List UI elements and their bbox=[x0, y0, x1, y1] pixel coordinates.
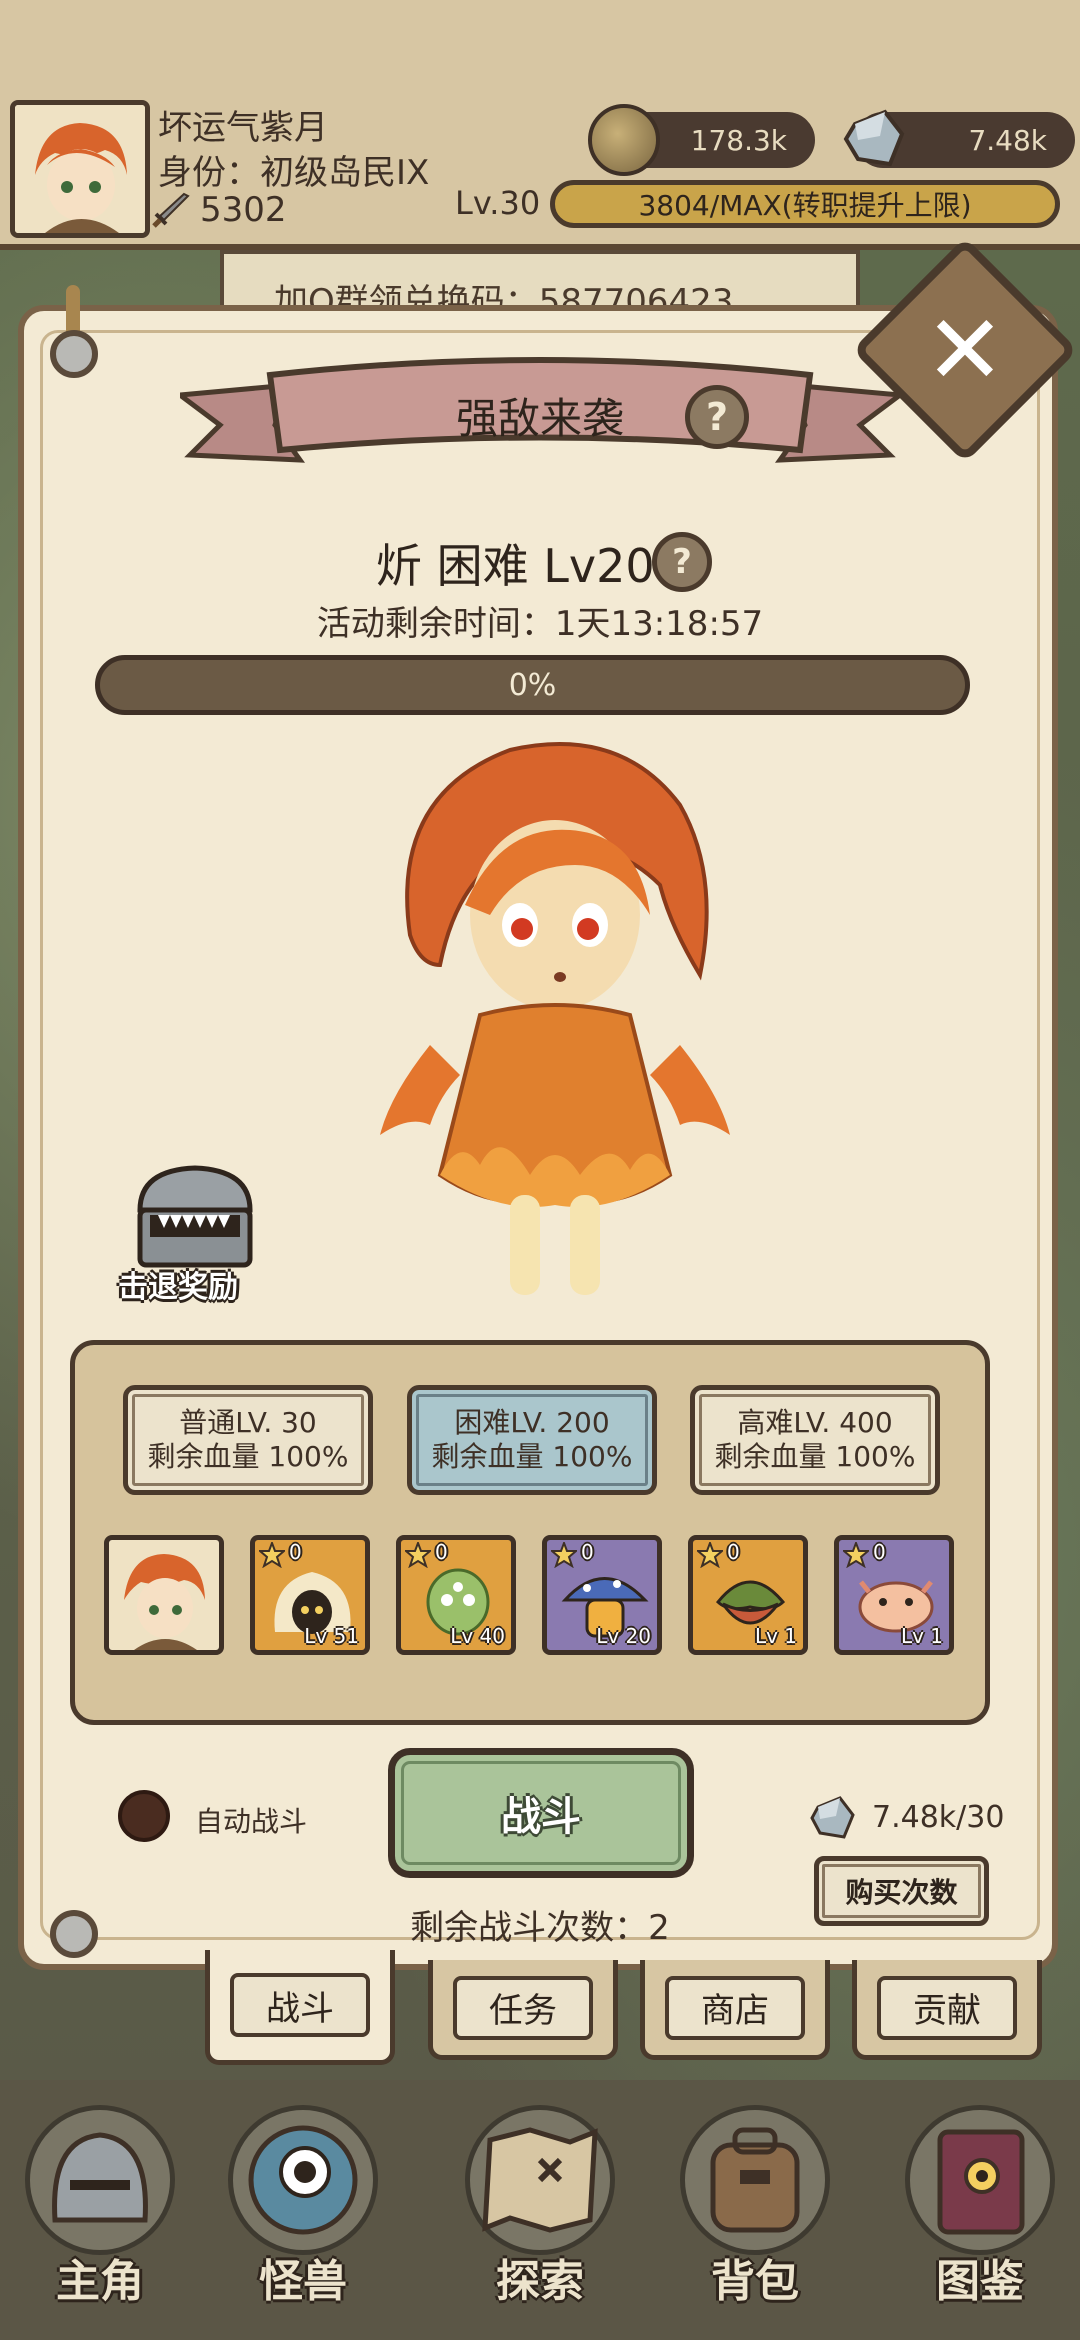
nav-codex[interactable]: 图鉴 bbox=[895, 2105, 1065, 2315]
team-member[interactable]: 0 Lv 20 bbox=[542, 1535, 662, 1655]
nav-label: 主角 bbox=[56, 2256, 144, 2307]
member-level: Lv 51 bbox=[304, 1624, 359, 1648]
event-countdown: 活动剩余时间：1天13:18:57 bbox=[316, 604, 764, 644]
nav-label: 探索 bbox=[496, 2256, 584, 2307]
help-icon[interactable]: ? bbox=[685, 385, 749, 449]
nav-explore[interactable]: 探索 bbox=[455, 2105, 625, 2315]
remaining-fights: 剩余战斗次数：2 bbox=[410, 1908, 670, 1948]
power-value: 5302 bbox=[200, 190, 287, 230]
difficulty-expert-button[interactable]: 高难LV. 400 剩余血量 100% bbox=[690, 1385, 940, 1495]
treasure-chest-icon[interactable] bbox=[130, 1160, 260, 1270]
event-title: 强敌来袭 bbox=[455, 394, 624, 443]
tab-quest[interactable]: 任务 bbox=[428, 1960, 618, 2060]
nav-monster[interactable]: 怪兽 bbox=[218, 2105, 388, 2315]
tab-battle[interactable]: 战斗 bbox=[205, 1950, 395, 2065]
tab-label: 任务 bbox=[453, 1975, 593, 2040]
coin-icon bbox=[588, 104, 660, 176]
fight-button[interactable]: 战斗 bbox=[388, 1748, 694, 1878]
coin-value: 178.3k bbox=[690, 123, 787, 157]
member-level: Lv 40 bbox=[450, 1624, 505, 1648]
team-member[interactable]: 0 Lv 40 bbox=[396, 1535, 516, 1655]
auto-battle-toggle[interactable] bbox=[118, 1790, 170, 1842]
member-stars: 0 bbox=[727, 1540, 740, 1564]
team-member[interactable]: 0 Lv 1 bbox=[688, 1535, 808, 1655]
member-stars: 0 bbox=[873, 1540, 886, 1564]
difficulty-hp: 剩余血量 100% bbox=[147, 1440, 349, 1473]
member-stars: 0 bbox=[581, 1540, 594, 1564]
tab-label: 贡献 bbox=[877, 1975, 1017, 2040]
gem-value: 7.48k bbox=[968, 123, 1047, 157]
auto-battle-label[interactable]: 自动战斗 bbox=[195, 1800, 307, 1840]
boss-help-icon[interactable]: ? bbox=[652, 532, 712, 592]
difficulty-hp: 剩余血量 100% bbox=[714, 1440, 916, 1473]
difficulty-level: 高难LV. 400 bbox=[737, 1406, 893, 1439]
difficulty-hard-button[interactable]: 困难LV. 200 剩余血量 100% bbox=[407, 1385, 657, 1495]
tab-label: 商店 bbox=[665, 1975, 805, 2040]
team-member[interactable]: 0 Lv 1 bbox=[834, 1535, 954, 1655]
xp-bar: 3804/MAX(转职提升上限) bbox=[550, 180, 1060, 228]
repel-reward-label[interactable]: 击退奖励 bbox=[118, 1262, 238, 1306]
member-level: Lv 1 bbox=[900, 1624, 943, 1648]
boss-hp-text: 0% bbox=[508, 667, 557, 703]
boss-hp-bar: 0% bbox=[95, 655, 970, 715]
backpack-icon bbox=[680, 2105, 830, 2255]
player-level: Lv.30 bbox=[455, 184, 541, 222]
pin-decoration bbox=[50, 330, 98, 378]
nav-label: 背包 bbox=[711, 2256, 799, 2307]
fight-button-label: 战斗 bbox=[501, 1794, 581, 1840]
xp-text: 3804/MAX(转职提升上限) bbox=[638, 189, 972, 222]
tab-shop[interactable]: 商店 bbox=[640, 1960, 830, 2060]
tab-contribution[interactable]: 贡献 bbox=[852, 1960, 1042, 2060]
member-stars: 0 bbox=[435, 1540, 448, 1564]
nav-label: 图鉴 bbox=[936, 2256, 1024, 2307]
gem-icon bbox=[843, 109, 905, 167]
difficulty-normal-button[interactable]: 普通LV. 30 剩余血量 100% bbox=[123, 1385, 373, 1495]
member-level: Lv 20 bbox=[596, 1624, 651, 1648]
difficulty-hp: 剩余血量 100% bbox=[431, 1440, 633, 1473]
nav-label: 怪兽 bbox=[259, 2256, 347, 2307]
player-rank: 身份：初级岛民IX bbox=[158, 153, 430, 193]
member-level: Lv 1 bbox=[754, 1624, 797, 1648]
player-name: 坏运气紫月 bbox=[158, 108, 328, 148]
boss-title: 炘 困难 Lv200 bbox=[376, 539, 684, 593]
map-icon bbox=[465, 2105, 615, 2255]
helmet-icon bbox=[25, 2105, 175, 2255]
nav-bag[interactable]: 背包 bbox=[670, 2105, 840, 2315]
monster-eye-icon bbox=[228, 2105, 378, 2255]
ticket-count: 7.48k/30 bbox=[872, 1800, 1005, 1835]
gem-icon bbox=[810, 1796, 855, 1839]
nav-hero[interactable]: 主角 bbox=[15, 2105, 185, 2315]
book-icon bbox=[905, 2105, 1055, 2255]
difficulty-level: 困难LV. 200 bbox=[454, 1406, 610, 1439]
sword-icon bbox=[152, 192, 190, 228]
team-member[interactable]: 0 Lv 51 bbox=[250, 1535, 370, 1655]
boss-sprite bbox=[380, 742, 730, 1295]
team-leader-portrait[interactable] bbox=[104, 1535, 224, 1655]
tab-label: 战斗 bbox=[230, 1973, 370, 2037]
player-avatar[interactable] bbox=[10, 100, 150, 238]
member-stars: 0 bbox=[289, 1540, 302, 1564]
difficulty-level: 普通LV. 30 bbox=[179, 1406, 317, 1439]
